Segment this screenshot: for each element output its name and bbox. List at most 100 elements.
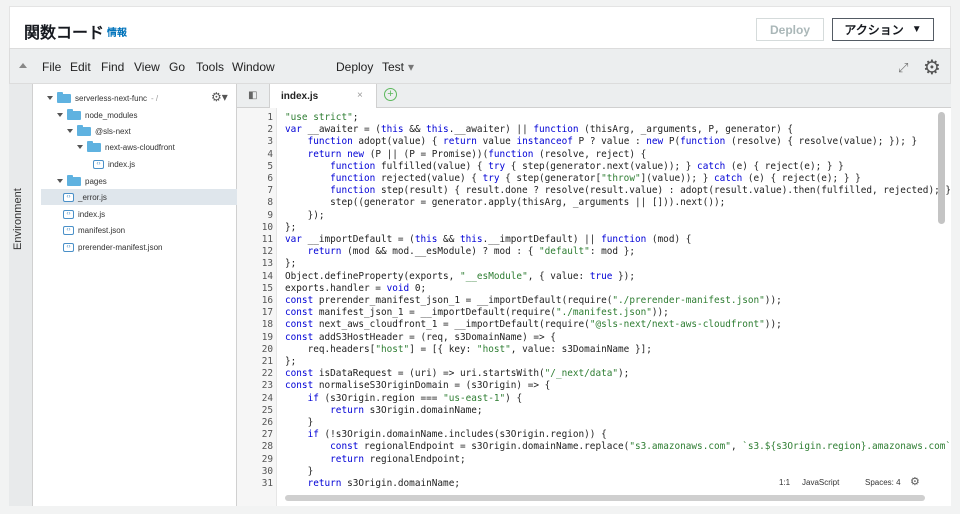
json-file-icon: ‹›	[63, 225, 74, 235]
menu-find[interactable]: Find	[101, 60, 124, 74]
menu-window[interactable]: Window	[232, 60, 275, 74]
add-tab-icon[interactable]: +	[384, 88, 397, 101]
menu-test[interactable]: Test	[382, 60, 404, 74]
code-line[interactable]: function fulfilled(value) { try { step(g…	[285, 161, 844, 172]
line-number: 15	[261, 282, 273, 294]
cursor-position[interactable]: 1:1	[779, 478, 790, 487]
line-number: 2	[267, 124, 273, 136]
menu-tools[interactable]: Tools	[196, 60, 224, 74]
tree-item-sls-next[interactable]: @sls-next	[67, 123, 131, 139]
editor-status-bar: 1:1 JavaScript Spaces: 4 ⚙	[779, 474, 951, 490]
line-number: 4	[267, 148, 273, 160]
tree-item-pages[interactable]: pages	[57, 173, 107, 189]
tree-item-error-js[interactable]: ‹› _error.js	[41, 189, 237, 205]
code-line[interactable]: return s3Origin.domainName;	[285, 479, 460, 489]
close-icon[interactable]: ×	[357, 90, 363, 101]
code-line[interactable]: var __awaiter = (this && this.__awaiter)…	[285, 125, 793, 135]
code-line[interactable]: return regionalEndpoint;	[285, 454, 465, 465]
line-number: 7	[267, 185, 273, 197]
tree-root[interactable]: serverless-next-func - /	[47, 90, 158, 106]
tree-item-root-index-js[interactable]: ‹› index.js	[63, 206, 105, 222]
code-line[interactable]: const manifest_json_1 = __importDefault(…	[285, 308, 669, 318]
code-line[interactable]: });	[285, 210, 325, 221]
ide-menubar: File Edit Find View Go Tools Window Depl…	[9, 48, 951, 84]
code-line[interactable]: }	[285, 418, 314, 428]
json-file-icon: ‹›	[63, 242, 74, 252]
tree-settings-gear-icon[interactable]: ⚙▾	[211, 90, 228, 104]
code-line[interactable]: return new (P || (P = Promise))(function…	[285, 149, 647, 160]
code-line[interactable]: const addS3HostHeader = (req, s3DomainNa…	[285, 332, 556, 343]
code-line[interactable]: function step(result) { result.done ? re…	[285, 186, 951, 196]
tree-item-node-modules[interactable]: node_modules	[57, 107, 137, 123]
editor-settings-gear-icon[interactable]: ⚙	[910, 475, 920, 488]
vertical-scrollbar[interactable]	[938, 112, 945, 224]
test-dropdown-icon[interactable]: ▾	[408, 60, 414, 74]
code-line[interactable]: if (s3Origin.region === "us-east-1") {	[285, 393, 523, 404]
js-file-icon: ‹›	[93, 159, 104, 169]
menu-view[interactable]: View	[134, 60, 160, 74]
line-number-gutter: 1 2 3 4 5 6 7 8 9 10 11 12 13 14 15 16 17 18 19 20 21 22 23 24 2…	[237, 108, 277, 506]
code-line[interactable]: const prerender_manifest_json_1 = __impo…	[285, 296, 782, 306]
line-number: 14	[261, 270, 273, 282]
code-line[interactable]: exports.handler = void 0;	[285, 283, 426, 294]
code-line[interactable]: return (mod && mod.__esModule) ? mod : {…	[285, 247, 635, 257]
folder-icon	[67, 108, 81, 120]
tree-item-index-js[interactable]: ‹› index.js	[93, 156, 135, 172]
settings-gear-icon[interactable]: ⚙	[923, 55, 941, 80]
indent-setting[interactable]: Spaces: 4	[865, 478, 901, 487]
line-number: 18	[261, 319, 273, 331]
code-line[interactable]: Object.defineProperty(exports, "__esModu…	[285, 271, 635, 282]
code-line[interactable]: const next_aws_cloudfront_1 = __importDe…	[285, 320, 782, 330]
deploy-button[interactable]: Deploy	[756, 18, 824, 41]
menu-edit[interactable]: Edit	[70, 60, 91, 74]
code-line[interactable]: return s3Origin.domainName;	[285, 405, 482, 416]
file-tree: ⚙▾ serverless-next-func - / node_modules…	[33, 84, 237, 506]
collapse-icon[interactable]	[19, 63, 27, 68]
code-line[interactable]: step((generator = generator.apply(thisAr…	[285, 198, 725, 208]
tree-item-manifest-json[interactable]: ‹› manifest.json	[63, 222, 125, 238]
code-line[interactable]: const normaliseS3OriginDomain = (s3Origi…	[285, 381, 550, 391]
line-number: 26	[261, 417, 273, 428]
language-mode[interactable]: JavaScript	[802, 478, 839, 487]
line-number: 30	[261, 465, 273, 477]
tree-item-next-aws-cloudfront[interactable]: next-aws-cloudfront	[77, 139, 175, 155]
code-line[interactable]: const isDataRequest = (uri) => uri.start…	[285, 369, 629, 379]
line-number: 25	[261, 404, 273, 416]
line-number: 13	[261, 258, 273, 270]
tree-item-prerender-manifest-json[interactable]: ‹› prerender-manifest.json	[63, 239, 162, 255]
code-line[interactable]: };	[285, 222, 296, 233]
code-line[interactable]: function adopt(value) { return value ins…	[285, 137, 918, 147]
code-line[interactable]: };	[285, 357, 296, 367]
info-link[interactable]: 情報	[107, 24, 127, 39]
menu-deploy[interactable]: Deploy	[336, 60, 373, 74]
line-number: 12	[261, 246, 273, 258]
code-line[interactable]: };	[285, 259, 296, 269]
code-line[interactable]: }	[285, 466, 314, 477]
code-line[interactable]: "use strict";	[285, 113, 358, 123]
code-line[interactable]: var __importDefault = (this && this.__im…	[285, 235, 691, 245]
caret-down-icon: ▼	[911, 24, 922, 35]
line-number: 17	[261, 307, 273, 319]
code-line[interactable]: function rejected(value) { try { step(ge…	[285, 174, 861, 184]
panel-toggle-icon[interactable]: ◧	[248, 90, 257, 101]
line-number: 6	[267, 173, 273, 184]
actions-button[interactable]: アクション ▼	[832, 18, 934, 41]
code-editor[interactable]: 1 2 3 4 5 6 7 8 9 10 11 12 13 14 15 16 17 18 19 20 21 22 23 24 2…	[237, 108, 951, 506]
horizontal-scrollbar[interactable]	[285, 495, 925, 501]
line-number: 16	[261, 295, 273, 306]
menu-go[interactable]: Go	[169, 60, 185, 74]
line-number: 11	[261, 234, 273, 245]
code-line[interactable]: req.headers["host"] = [{ key: "host", va…	[285, 344, 652, 355]
code-line[interactable]: const regionalEndpoint = s3Origin.domain…	[285, 442, 951, 452]
line-number: 29	[261, 453, 273, 465]
actions-label: アクション	[844, 23, 904, 37]
expand-caret-icon	[57, 113, 63, 117]
line-number: 20	[261, 343, 273, 355]
line-number: 23	[261, 380, 273, 392]
code-line[interactable]: if (!s3Origin.domainName.includes(s3Orig…	[285, 430, 607, 440]
tab-index-js[interactable]: index.js ×	[269, 84, 377, 108]
menu-file[interactable]: File	[42, 60, 61, 74]
environment-panel-tab[interactable]: Environment	[9, 84, 33, 506]
environment-label: Environment	[12, 188, 24, 250]
fullscreen-icon[interactable]: ⤢	[898, 60, 908, 76]
